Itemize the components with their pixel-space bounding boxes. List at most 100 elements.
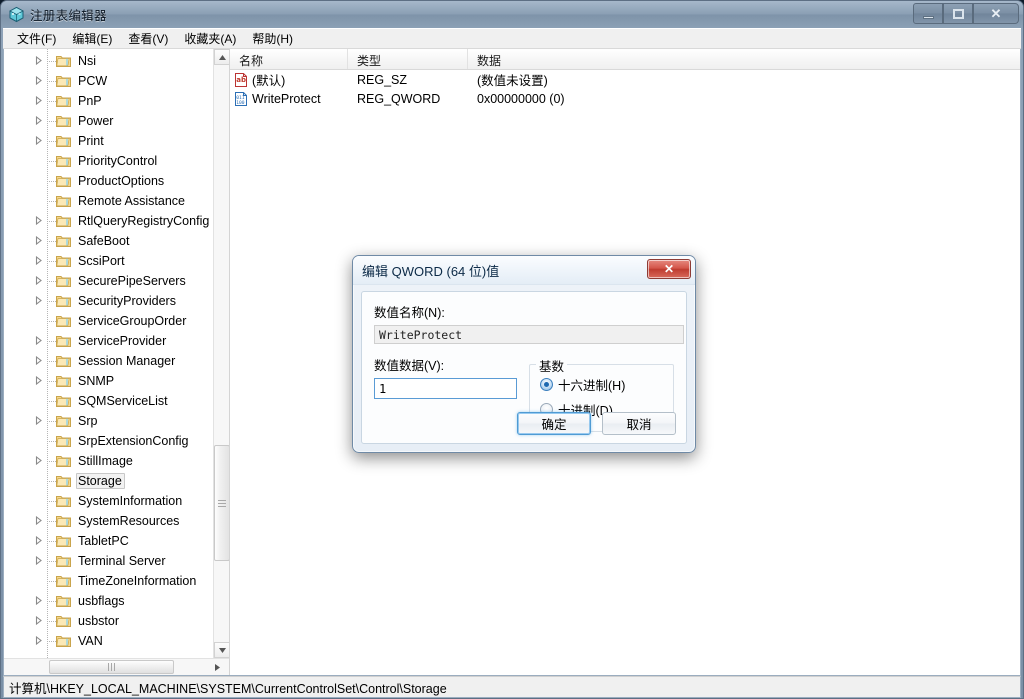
expand-arrow-icon[interactable] <box>34 56 43 65</box>
tree-item-systemresources[interactable]: SystemResources <box>4 511 213 531</box>
menu-favorites[interactable]: 收藏夹(A) <box>176 28 244 50</box>
window-titlebar[interactable]: 注册表编辑器 ✕ <box>1 1 1023 28</box>
tree-item-label: PnP <box>78 94 102 108</box>
tree-item-storage[interactable]: Storage <box>4 471 213 491</box>
expand-arrow-icon[interactable] <box>34 116 43 125</box>
tree-item-productoptions[interactable]: ProductOptions <box>4 171 213 191</box>
tree-item-remote-assistance[interactable]: Remote Assistance <box>4 191 213 211</box>
tree-vertical-scrollbar[interactable] <box>213 49 229 658</box>
expand-arrow-icon[interactable] <box>34 96 43 105</box>
folder-icon <box>56 514 71 527</box>
tree-item-snmp[interactable]: SNMP <box>4 371 213 391</box>
expand-arrow-icon[interactable] <box>34 216 43 225</box>
tree-item-scsiport[interactable]: ScsiPort <box>4 251 213 271</box>
value-data-cell: (数值未设置) <box>477 74 548 88</box>
expand-arrow-icon[interactable] <box>34 276 43 285</box>
menu-view[interactable]: 查看(V) <box>120 28 176 50</box>
tree-item-nsi[interactable]: Nsi <box>4 51 213 71</box>
folder-icon <box>56 234 71 247</box>
expand-arrow-icon[interactable] <box>34 636 43 645</box>
tree-item-usbstor[interactable]: usbstor <box>4 611 213 631</box>
folder-icon <box>56 154 71 167</box>
minimize-button[interactable] <box>913 3 943 24</box>
expand-arrow-icon[interactable] <box>34 596 43 605</box>
expand-arrow-icon[interactable] <box>34 616 43 625</box>
tree-item-sqmservicelist[interactable]: SQMServiceList <box>4 391 213 411</box>
menu-file[interactable]: 文件(F) <box>9 28 64 50</box>
tree-connector-line <box>47 421 56 422</box>
expand-arrow-icon[interactable] <box>34 336 43 345</box>
scroll-up-button[interactable] <box>214 49 229 65</box>
maximize-button[interactable] <box>943 3 973 24</box>
tree-scroll-thumb[interactable] <box>214 445 229 561</box>
column-header-type[interactable]: 类型 <box>348 49 468 69</box>
tree-horizontal-scrollbar[interactable] <box>4 658 229 675</box>
close-button[interactable]: ✕ <box>973 3 1019 24</box>
tree-item-securityproviders[interactable]: SecurityProviders <box>4 291 213 311</box>
tree-item-label: PriorityControl <box>78 154 158 168</box>
tree-item-timezoneinformation[interactable]: TimeZoneInformation <box>4 571 213 591</box>
expand-arrow-icon[interactable] <box>34 296 43 305</box>
tree-item-session-manager[interactable]: Session Manager <box>4 351 213 371</box>
radio-hexadecimal-label: 十六进制(H) <box>558 379 626 393</box>
column-header-data[interactable]: 数据 <box>468 49 1020 69</box>
expand-arrow-icon[interactable] <box>34 456 43 465</box>
value-row[interactable]: 011 100 WriteProtect REG_QWORD 0x00000000 (0… <box>230 89 1020 108</box>
chevron-up-icon <box>218 54 226 60</box>
tree-item-stillimage[interactable]: StillImage <box>4 451 213 471</box>
tree-item-securepipeservers[interactable]: SecurePipeServers <box>4 271 213 291</box>
menu-edit[interactable]: 编辑(E) <box>64 28 120 50</box>
tree-item-tabletpc[interactable]: TabletPC <box>4 531 213 551</box>
expand-arrow-icon[interactable] <box>34 376 43 385</box>
tree-hscroll-thumb[interactable] <box>49 660 174 674</box>
value-data-input[interactable]: 1 <box>374 378 517 399</box>
tree-item-rtlqueryregistryconfig[interactable]: RtlQueryRegistryConfig <box>4 211 213 231</box>
tree-connector-line <box>47 61 56 62</box>
folder-icon <box>56 454 71 467</box>
cancel-button[interactable]: 取消 <box>602 412 676 435</box>
expand-arrow-icon[interactable] <box>34 356 43 365</box>
tree-item-print[interactable]: Print <box>4 131 213 151</box>
dialog-titlebar[interactable]: 编辑 QWORD (64 位)值 ✕ <box>353 256 695 285</box>
expand-arrow-icon[interactable] <box>34 556 43 565</box>
tree-item-srp[interactable]: Srp <box>4 411 213 431</box>
tree-item-pnp[interactable]: PnP <box>4 91 213 111</box>
tree-item-terminal-server[interactable]: Terminal Server <box>4 551 213 571</box>
expand-arrow-icon[interactable] <box>34 516 43 525</box>
expand-arrow-icon[interactable] <box>34 236 43 245</box>
expand-arrow-icon[interactable] <box>34 256 43 265</box>
value-data-label: 数值数据(V): <box>374 359 445 373</box>
tree-item-power[interactable]: Power <box>4 111 213 131</box>
tree-item-serviceprovider[interactable]: ServiceProvider <box>4 331 213 351</box>
folder-icon <box>56 394 71 407</box>
scroll-down-button[interactable] <box>214 642 229 658</box>
scroll-right-button[interactable] <box>209 659 225 675</box>
tree-connector-line <box>47 621 56 622</box>
expand-arrow-icon[interactable] <box>34 76 43 85</box>
tree-item-usbflags[interactable]: usbflags <box>4 591 213 611</box>
close-icon: ✕ <box>663 262 675 276</box>
tree-connector-line <box>47 281 56 282</box>
tree-item-srpextensionconfig[interactable]: SrpExtensionConfig <box>4 431 213 451</box>
dialog-close-button[interactable]: ✕ <box>647 259 691 279</box>
value-row[interactable]: ab (默认) REG_SZ (数值未设置) <box>230 70 1020 89</box>
expand-arrow-icon[interactable] <box>34 136 43 145</box>
value-name-input[interactable]: WriteProtect <box>374 325 684 344</box>
tree-item-van[interactable]: VAN <box>4 631 213 651</box>
string-value-icon: ab <box>234 72 248 87</box>
ok-button[interactable]: 确定 <box>517 412 591 435</box>
tree-item-servicegrouporder[interactable]: ServiceGroupOrder <box>4 311 213 331</box>
tree-item-prioritycontrol[interactable]: PriorityControl <box>4 151 213 171</box>
column-header-name[interactable]: 名称 <box>230 49 348 69</box>
expand-arrow-icon[interactable] <box>34 416 43 425</box>
menu-help[interactable]: 帮助(H) <box>244 28 301 50</box>
tree-item-safeboot[interactable]: SafeBoot <box>4 231 213 251</box>
expand-arrow-icon[interactable] <box>34 536 43 545</box>
scroll-grip-icon <box>218 498 226 509</box>
tree-connector-line <box>47 641 56 642</box>
tree-connector-line <box>47 201 56 202</box>
svg-text:100: 100 <box>236 100 245 106</box>
radio-hexadecimal[interactable]: 十六进制(H) <box>540 375 665 394</box>
tree-item-pcw[interactable]: PCW <box>4 71 213 91</box>
tree-item-systeminformation[interactable]: SystemInformation <box>4 491 213 511</box>
